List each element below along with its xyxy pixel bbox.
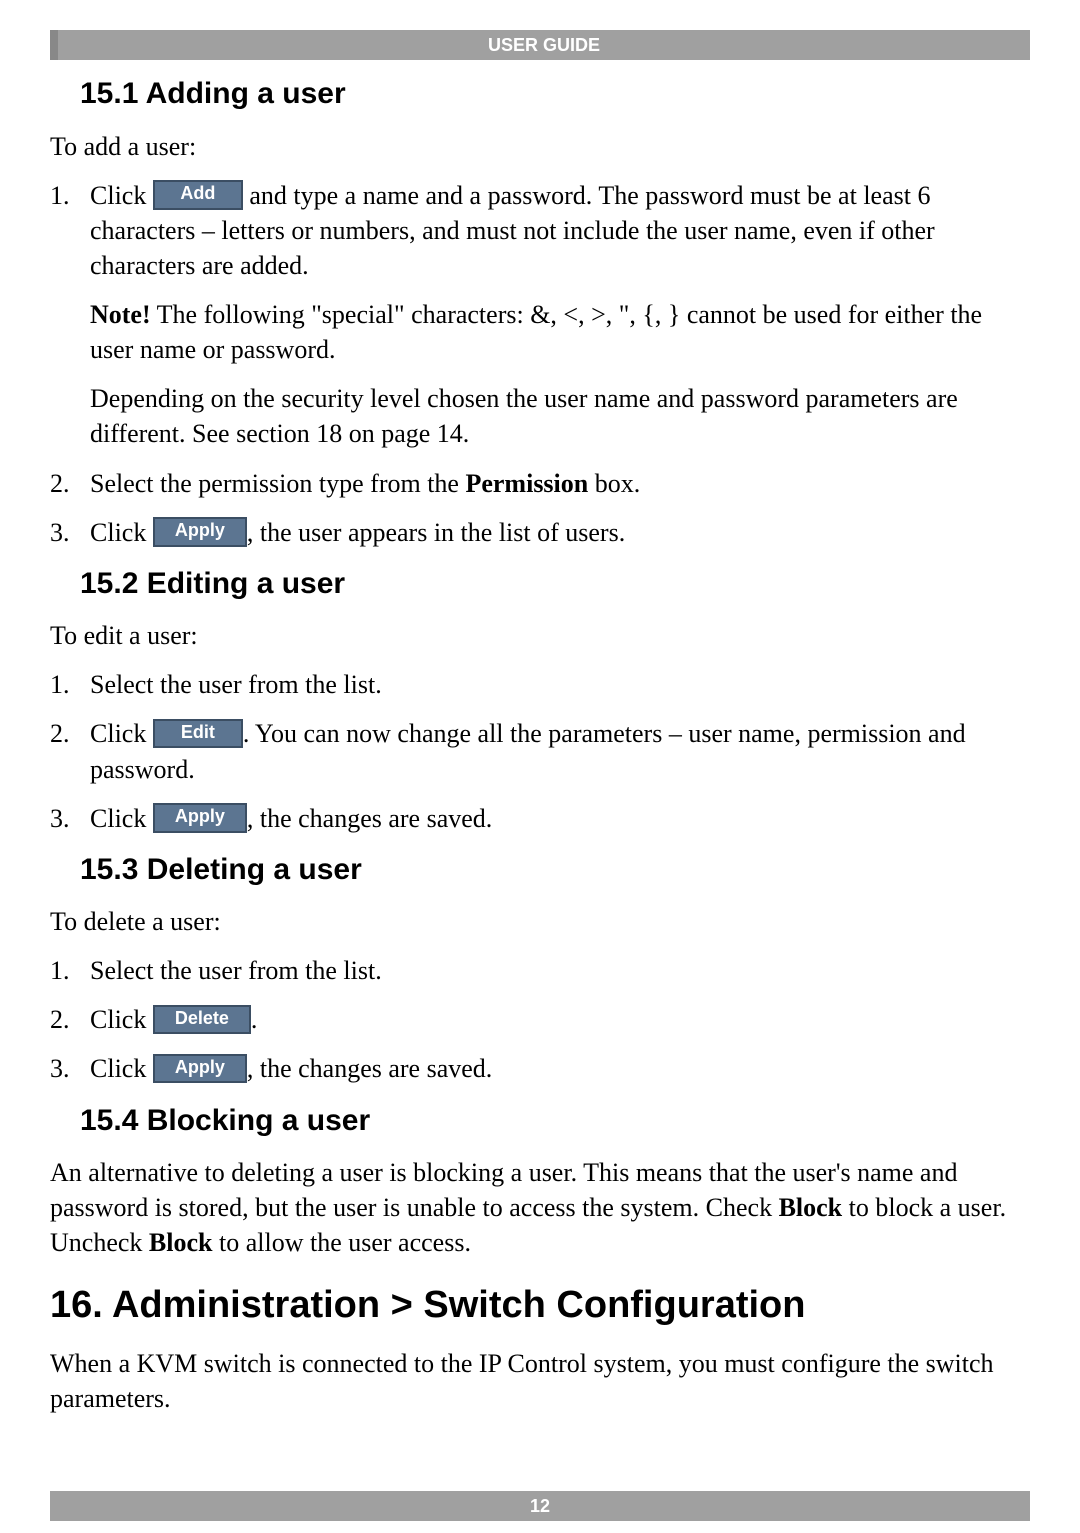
- delete-button[interactable]: Delete: [153, 1005, 251, 1035]
- step-15-1-2: Select the permission type from the Perm…: [50, 466, 1030, 501]
- text: , the changes are saved.: [247, 804, 492, 833]
- steps-15-1: Click Add and type a name and a password…: [50, 178, 1030, 550]
- note-label: Note!: [90, 300, 151, 329]
- header-title: USER GUIDE: [488, 35, 600, 55]
- permission-label: Permission: [465, 469, 588, 498]
- edit-button[interactable]: Edit: [153, 719, 243, 749]
- text: , the user appears in the list of users.: [247, 518, 625, 547]
- step-15-1-1: Click Add and type a name and a password…: [50, 178, 1030, 452]
- text: Click: [90, 1005, 153, 1034]
- block-label: Block: [149, 1228, 213, 1257]
- text: to allow the user access.: [212, 1228, 470, 1257]
- step-15-1-3: Click Apply, the user appears in the lis…: [50, 515, 1030, 550]
- text: Click: [90, 804, 153, 833]
- add-button[interactable]: Add: [153, 180, 243, 210]
- apply-button[interactable]: Apply: [153, 517, 247, 547]
- heading-16: 16. Administration > Switch Configuratio…: [50, 1280, 1030, 1331]
- note-text: The following "special" characters: &, <…: [90, 300, 982, 364]
- header-bar: USER GUIDE: [50, 30, 1030, 60]
- intro-15-1: To add a user:: [50, 129, 1030, 164]
- heading-15-2: 15.2 Editing a user: [80, 564, 1030, 605]
- note-15-1: Note! The following "special" characters…: [90, 297, 1030, 367]
- text: , the changes are saved.: [247, 1054, 492, 1083]
- step-15-3-1: Select the user from the list.: [50, 953, 1030, 988]
- text: .: [251, 1005, 258, 1034]
- step-15-2-2: Click Edit. You can now change all the p…: [50, 716, 1030, 786]
- text: box.: [588, 469, 640, 498]
- step-15-2-3: Click Apply, the changes are saved.: [50, 801, 1030, 836]
- apply-button[interactable]: Apply: [153, 803, 247, 833]
- text: Click: [90, 518, 153, 547]
- page-number: 12: [530, 1496, 550, 1516]
- steps-15-2: Select the user from the list. Click Edi…: [50, 667, 1030, 835]
- heading-15-1: 15.1 Adding a user: [80, 74, 1030, 115]
- heading-15-3: 15.3 Deleting a user: [80, 850, 1030, 891]
- text: Select the permission type from the: [90, 469, 465, 498]
- apply-button[interactable]: Apply: [153, 1054, 247, 1084]
- text: Click: [90, 719, 153, 748]
- para-15-4: An alternative to deleting a user is blo…: [50, 1155, 1030, 1260]
- footer-bar: 12: [50, 1491, 1030, 1521]
- step-15-3-2: Click Delete.: [50, 1002, 1030, 1037]
- step-15-2-1: Select the user from the list.: [50, 667, 1030, 702]
- text: Click: [90, 1054, 153, 1083]
- step-15-3-3: Click Apply, the changes are saved.: [50, 1051, 1030, 1086]
- para-16: When a KVM switch is connected to the IP…: [50, 1346, 1030, 1416]
- depend-15-1: Depending on the security level chosen t…: [90, 381, 1030, 451]
- heading-15-4: 15.4 Blocking a user: [80, 1101, 1030, 1142]
- intro-15-3: To delete a user:: [50, 904, 1030, 939]
- steps-15-3: Select the user from the list. Click Del…: [50, 953, 1030, 1086]
- text: Click: [90, 181, 153, 210]
- intro-15-2: To edit a user:: [50, 618, 1030, 653]
- block-label: Block: [779, 1193, 843, 1222]
